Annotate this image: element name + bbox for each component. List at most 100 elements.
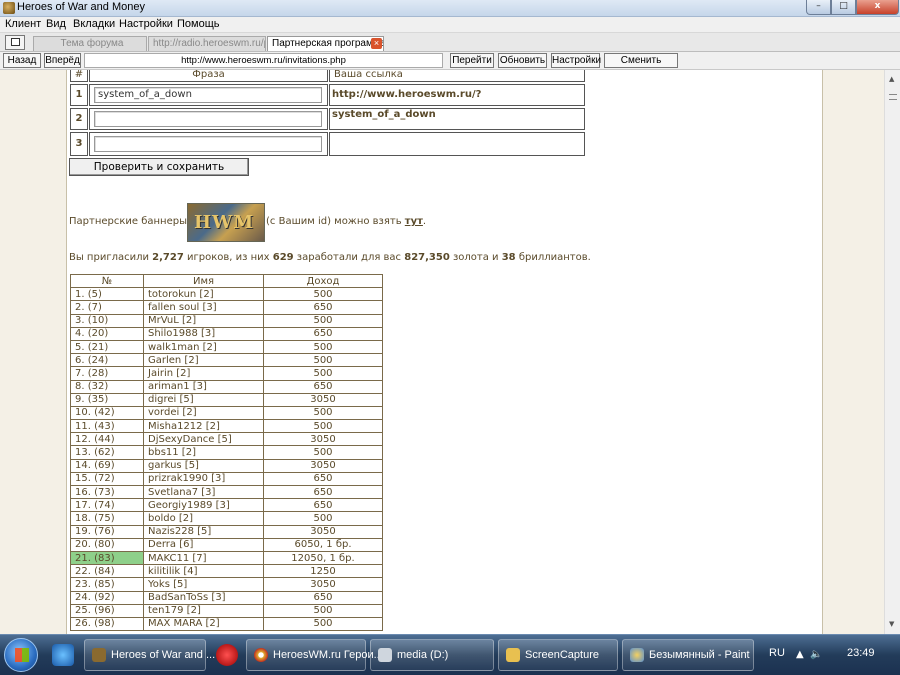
cell-name: Nazis228 [5] (143, 524, 264, 539)
phrase-input[interactable]: system_of_a_down (94, 87, 322, 103)
taskbar: Heroes of War and ... HeroesWM.ru Герои.… (0, 634, 900, 675)
new-tab-icon (11, 38, 20, 46)
table-row: 26. (98) MAX MARA [2] 500 (70, 616, 383, 632)
tab-partner-program[interactable]: Партнерская программа (267, 36, 384, 51)
col-header-name: Имя (143, 273, 264, 289)
banners-link[interactable]: тут (405, 216, 423, 227)
app-icon (3, 2, 15, 14)
refresh-button[interactable]: Обновить (498, 53, 547, 68)
windows-logo-icon (15, 648, 29, 662)
clock[interactable]: 23:49 (847, 647, 875, 659)
table-row: 12. (44) DjSexyDance [5] 3050 (70, 432, 383, 447)
go-button[interactable]: Перейти (450, 53, 494, 68)
folder-icon (506, 648, 520, 662)
cell-income: 500 (263, 287, 383, 302)
table-row: 16. (73) Svetlana7 [3] 650 (70, 484, 383, 500)
switch-player-button[interactable]: Сменить игрока (604, 53, 678, 79)
cell-name: Jairin [2] (143, 366, 264, 381)
start-button[interactable] (4, 638, 38, 672)
nav-bar: Назад Вперёд http://www.heroeswm.ru/invi… (0, 52, 900, 79)
cell-name: bbs11 [2] (143, 445, 264, 460)
table-row: 17. (74) Georgiy1989 [3] 650 (70, 498, 383, 513)
phrase-input[interactable] (94, 111, 322, 127)
menu-view[interactable]: Вид (46, 18, 66, 30)
new-tab-button[interactable] (5, 35, 25, 50)
menu-help[interactable]: Помощь (177, 18, 220, 30)
stats-text: игроков, из них (183, 252, 273, 263)
cell-income: 650 (263, 300, 383, 315)
cell-num: 18. (75) (70, 511, 144, 526)
banner-logo-text: HWM (194, 212, 255, 233)
cell-num: 12. (44) (70, 432, 144, 447)
cell-income: 1250 (263, 564, 383, 579)
vertical-scrollbar[interactable]: ▲ ▼ (884, 70, 900, 634)
forward-button[interactable]: Вперёд (44, 53, 81, 68)
cell-income: 500 (263, 405, 383, 421)
taskbar-item-browser[interactable]: HeroesWM.ru Герои... (246, 639, 383, 671)
cell-num: 7. (28) (70, 366, 144, 381)
cell-income: 650 (263, 379, 383, 394)
tab-radio[interactable]: http://radio.heroeswm.ru/pl... (148, 36, 266, 51)
url-input[interactable]: http://www.heroeswm.ru/invitations.php (84, 53, 443, 68)
table-row: 24. (92) BadSanToSs [3] 650 (70, 590, 383, 605)
banner-suffix: (с Вашим id) можно взять (266, 216, 402, 227)
table-row: 7. (28) Jairin [2] 500 (70, 366, 383, 381)
table-row: 2. (7) fallen soul [3] 650 (70, 300, 383, 315)
close-tab-icon[interactable]: × (371, 38, 382, 49)
taskbar-label: media (D:) (397, 649, 449, 661)
cell-income: 500 (263, 353, 383, 368)
taskbar-label: ScreenCapture (525, 649, 599, 661)
scroll-thumb[interactable] (889, 94, 897, 100)
tab-strip: Тема форума http://radio.heroeswm.ru/pl.… (0, 33, 900, 52)
phrase-input[interactable] (94, 136, 322, 152)
opera-icon[interactable] (216, 644, 238, 666)
menu-tabs[interactable]: Вкладки (73, 18, 115, 30)
scroll-down-icon[interactable]: ▼ (889, 620, 894, 628)
check-and-save-button[interactable]: Проверить и сохранить (69, 158, 249, 176)
cell-num: 20. (80) (70, 537, 144, 552)
invitation-stats: Вы пригласили 2,727 игроков, из них 629 … (69, 252, 591, 263)
taskbar-item-paint[interactable]: Безымянный - Paint (622, 639, 754, 671)
cell-name: Svetlana7 [3] (143, 484, 264, 500)
cell-num: 9. (35) (70, 392, 144, 407)
ie-icon[interactable] (52, 644, 74, 666)
taskbar-item-screencapture[interactable]: ScreenCapture (498, 639, 618, 671)
cell-income: 500 (263, 511, 383, 526)
cell-name: kilitilik [4] (143, 564, 264, 579)
cell-income: 650 (263, 484, 383, 500)
tab-forum[interactable]: Тема форума (33, 36, 147, 51)
cell-name: digrei [5] (143, 392, 264, 407)
menu-client[interactable]: Клиент (5, 18, 41, 30)
chrome-icon (254, 648, 268, 662)
language-indicator[interactable]: RU (769, 647, 785, 659)
cell-name: Garlen [2] (143, 353, 264, 368)
table-row: 23. (85) Yoks [5] 3050 (70, 577, 383, 592)
taskbar-item-heroes[interactable]: Heroes of War and ... (84, 639, 215, 671)
cell-num: 14. (69) (70, 458, 144, 473)
table-row: 22. (84) kilitilik [4] 1250 (70, 564, 383, 579)
taskbar-item-media[interactable]: media (D:) (370, 639, 494, 671)
table-row: 15. (72) prizrak1990 [3] 650 (70, 471, 383, 487)
cell-income: 650 (263, 590, 383, 605)
invited-count: 2,727 (152, 252, 184, 263)
settings-button[interactable]: Настройки (551, 53, 601, 68)
back-button[interactable]: Назад (3, 53, 41, 68)
cell-income: 650 (263, 326, 383, 341)
minimize-button[interactable]: – (806, 0, 831, 15)
col-header-income: Доход (263, 273, 383, 289)
partner-banner-image[interactable]: HWM (187, 203, 265, 242)
cell-name: totorokun [2] (143, 287, 264, 302)
tray-icons[interactable]: ▲ 🔈 (796, 649, 823, 660)
close-button[interactable]: x (856, 0, 899, 15)
menu-settings[interactable]: Настройки (119, 18, 173, 30)
scroll-up-icon[interactable]: ▲ (889, 75, 894, 83)
maximize-button[interactable]: □ (831, 0, 856, 15)
stats-text: бриллиантов. (515, 252, 591, 263)
cell-name: Shilo1988 [3] (143, 326, 264, 341)
cell-num: 22. (84) (70, 564, 144, 579)
table-row: 25. (96) ten179 [2] 500 (70, 603, 383, 618)
menu-bar: Клиент Вид Вкладки Настройки Помощь (0, 17, 900, 33)
cell-name: ariman1 [3] (143, 379, 264, 394)
phrase-row-num: 1 (70, 84, 88, 106)
table-row: 5. (21) walk1man [2] 500 (70, 339, 383, 355)
